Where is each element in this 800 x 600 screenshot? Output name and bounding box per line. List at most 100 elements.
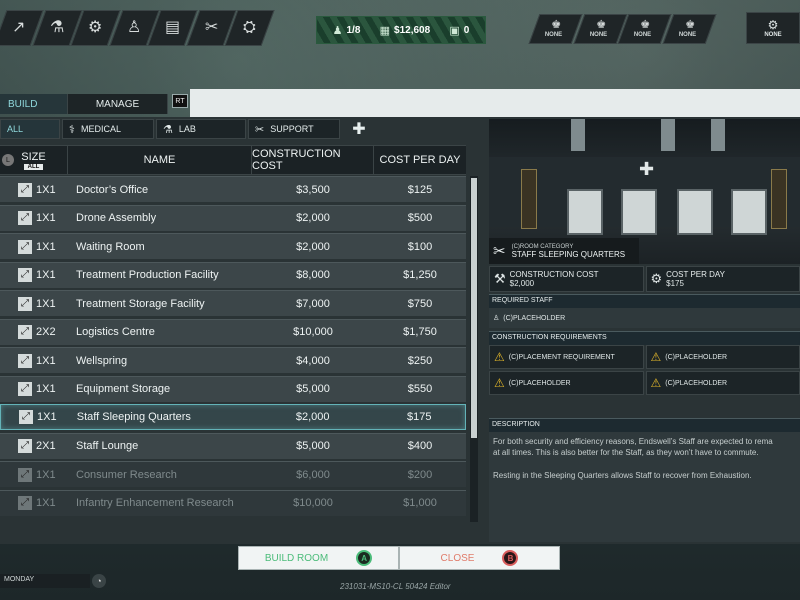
table-row-locked[interactable]: ⤢ 1X1 Infantry Enhancement Research $10,0… xyxy=(0,489,466,516)
table-row[interactable]: ⤢ 1X1 Waiting Room $2,000 $100 xyxy=(0,233,466,259)
table-row[interactable]: ⤢ 2X2 Logistics Centre $10,000 $1,750 xyxy=(0,318,466,345)
row-name: Wellspring xyxy=(76,354,128,367)
row-construction-cost: $5,000 xyxy=(296,440,330,452)
column-construction-cost[interactable]: CONSTRUCTION COST xyxy=(252,146,374,174)
column-size[interactable]: L SIZE ALL xyxy=(0,146,68,174)
table-row[interactable]: ⤢ 1X1 Doctor’s Office $3,500 $125 xyxy=(0,176,466,202)
table-row[interactable]: ⤢ 1X1 Treatment Storage Facility $7,000 $… xyxy=(0,290,466,316)
construction-cost-value: $2,000 xyxy=(509,279,535,288)
expand-icon: ⤢ xyxy=(18,467,32,482)
size-filter-badge[interactable]: ALL xyxy=(23,163,44,170)
money-icon: ▦ xyxy=(379,24,391,37)
population-icon: ♟ xyxy=(332,24,343,37)
table-row-locked[interactable]: ⤢ 1X1 Consumer Research $6,000 $200 xyxy=(0,461,466,487)
hud-staff-slots: ♚ NONE ♚ NONE ♚ NONE ♚ NONE xyxy=(528,14,716,44)
staff-slot-label: NONE xyxy=(633,32,651,38)
warning-icon: ⚠ xyxy=(650,350,662,364)
table-row[interactable]: ⤢ 1X1 Treatment Production Facility $8,00… xyxy=(0,261,466,288)
row-name: Equipment Storage xyxy=(76,383,171,395)
row-cost-per-day: $400 xyxy=(407,440,433,452)
tab-manage[interactable]: MANAGE xyxy=(68,94,168,114)
expand-icon: ⤢ xyxy=(18,353,32,368)
scrollbar-thumb[interactable] xyxy=(471,178,477,438)
panel-header-strip xyxy=(190,89,800,117)
expand-icon: ⤢ xyxy=(18,382,32,396)
room-name: STAFF SLEEPING QUARTERS xyxy=(511,249,626,259)
table-row-selected[interactable]: ⤢ 1X1 Staff Sleeping Quarters $2,000 $175 xyxy=(0,404,466,430)
arrow-icon: ↗ xyxy=(11,19,25,36)
tab-lab[interactable]: ⚗ LAB xyxy=(156,119,246,139)
preview-bunk xyxy=(567,189,603,235)
row-name: Staff Lounge xyxy=(76,440,139,452)
staff-slot-label: NONE xyxy=(677,32,696,38)
tab-all[interactable]: ALL xyxy=(0,119,60,139)
cost-summary: ⚒ CONSTRUCTION COST $2,000 ⚙ COST PER DA… xyxy=(489,266,800,292)
row-cost-per-day: $175 xyxy=(406,411,432,423)
gear-icon: ⚙ xyxy=(650,271,663,286)
room-list: ⤢ 1X1 Doctor’s Office $3,500 $125 ⤢ 1X1 Dr… xyxy=(0,176,466,522)
close-button[interactable]: CLOSE B xyxy=(399,546,560,570)
mode-tabs: BUILD MANAGE RT xyxy=(0,94,188,114)
column-name[interactable]: NAME xyxy=(68,146,252,174)
row-cost-per-day: $1,000 xyxy=(403,497,437,509)
column-size-label: SIZE xyxy=(21,150,46,163)
a-button-icon: A xyxy=(356,550,373,566)
requirement-text: (C)PLACEHOLDER xyxy=(665,379,728,387)
description-line: For both security and efficiency reasons… xyxy=(493,437,773,446)
preview-lamp xyxy=(661,119,675,151)
row-size: 2X2 xyxy=(36,326,56,338)
preview-bunk xyxy=(731,189,767,235)
warning-icon: ⚠ xyxy=(650,376,662,390)
flask-icon: ⚗ xyxy=(49,19,65,36)
row-name: Drone Assembly xyxy=(76,212,157,224)
row-construction-cost: $10,000 xyxy=(293,497,333,509)
row-construction-cost: $2,000 xyxy=(296,240,330,253)
row-construction-cost: $7,000 xyxy=(296,297,330,310)
requirement-item: ⚠ (C)PLACEHOLDER xyxy=(645,345,800,369)
row-size: 1X1 xyxy=(36,383,56,395)
row-cost-per-day: $550 xyxy=(407,383,433,395)
table-row[interactable]: ⤢ 2X1 Staff Lounge $5,000 $400 xyxy=(0,432,466,459)
rt-button-hint: RT xyxy=(172,94,188,108)
build-room-button[interactable]: BUILD ROOM A xyxy=(238,546,399,570)
tab-build[interactable]: BUILD xyxy=(0,94,68,114)
expand-icon: ⤢ xyxy=(18,496,32,510)
clock-icon[interactable]: ◔ xyxy=(92,574,106,588)
plus-icon[interactable]: ✚ xyxy=(349,119,369,139)
required-staff-heading: REQUIRED STAFF xyxy=(489,294,800,308)
description-line: at all times. This is also better for th… xyxy=(493,448,759,457)
tab-medical[interactable]: ⚕ MEDICAL xyxy=(62,119,154,139)
tab-medical-label: MEDICAL xyxy=(80,124,121,134)
staff-slot-label: NONE xyxy=(544,32,562,38)
row-size: 1X1 xyxy=(36,468,56,481)
row-cost-per-day: $125 xyxy=(407,183,433,196)
room-list-scrollbar[interactable] xyxy=(470,176,478,522)
row-size: 1X1 xyxy=(36,183,56,196)
table-row[interactable]: ⤢ 1X1 Equipment Storage $5,000 $550 xyxy=(0,375,466,402)
column-cost-per-day[interactable]: COST PER DAY xyxy=(374,146,466,174)
build-room-label: BUILD ROOM xyxy=(264,552,329,564)
row-name: Infantry Enhancement Research xyxy=(76,497,234,509)
row-name: Treatment Production Facility xyxy=(76,269,219,281)
expand-icon: ⤢ xyxy=(18,325,32,339)
tab-all-label: ALL xyxy=(7,124,24,134)
population-value: 1/8 xyxy=(346,24,361,36)
person-icon: ♙ xyxy=(126,19,142,36)
hud-stats: ♟ 1/8 ▦ $12,608 ▣ 0 xyxy=(316,16,486,44)
table-row[interactable]: ⤢ 1X1 Wellspring $4,000 $250 xyxy=(0,347,466,373)
items-value: 0 xyxy=(463,24,470,36)
room-table-header: L SIZE ALL NAME CONSTRUCTION COST COST P… xyxy=(0,145,466,175)
description-paragraph: Resting in the Sleeping Quarters allows … xyxy=(493,471,752,480)
row-name: Consumer Research xyxy=(76,468,177,481)
tab-support-label: SUPPORT xyxy=(270,124,314,134)
row-name: Logistics Centre xyxy=(76,326,155,338)
tab-support[interactable]: ✂ SUPPORT xyxy=(248,119,340,139)
hud-settings-slot[interactable]: ⚙ NONE xyxy=(746,12,800,44)
table-row[interactable]: ⤢ 1X1 Drone Assembly $2,000 $500 xyxy=(0,204,466,231)
staff-slot-label: NONE xyxy=(588,32,607,38)
staff-group-icon: ♚ xyxy=(596,19,606,31)
staff-slot[interactable]: ♚ NONE xyxy=(662,14,716,44)
clipboard-icon: ▤ xyxy=(165,19,181,36)
hud-toolbar: ↗ ⚗ ⚙ ♙ ▤ ✂ ⛭ xyxy=(0,10,275,46)
staff-icon: ♙ xyxy=(493,315,500,322)
